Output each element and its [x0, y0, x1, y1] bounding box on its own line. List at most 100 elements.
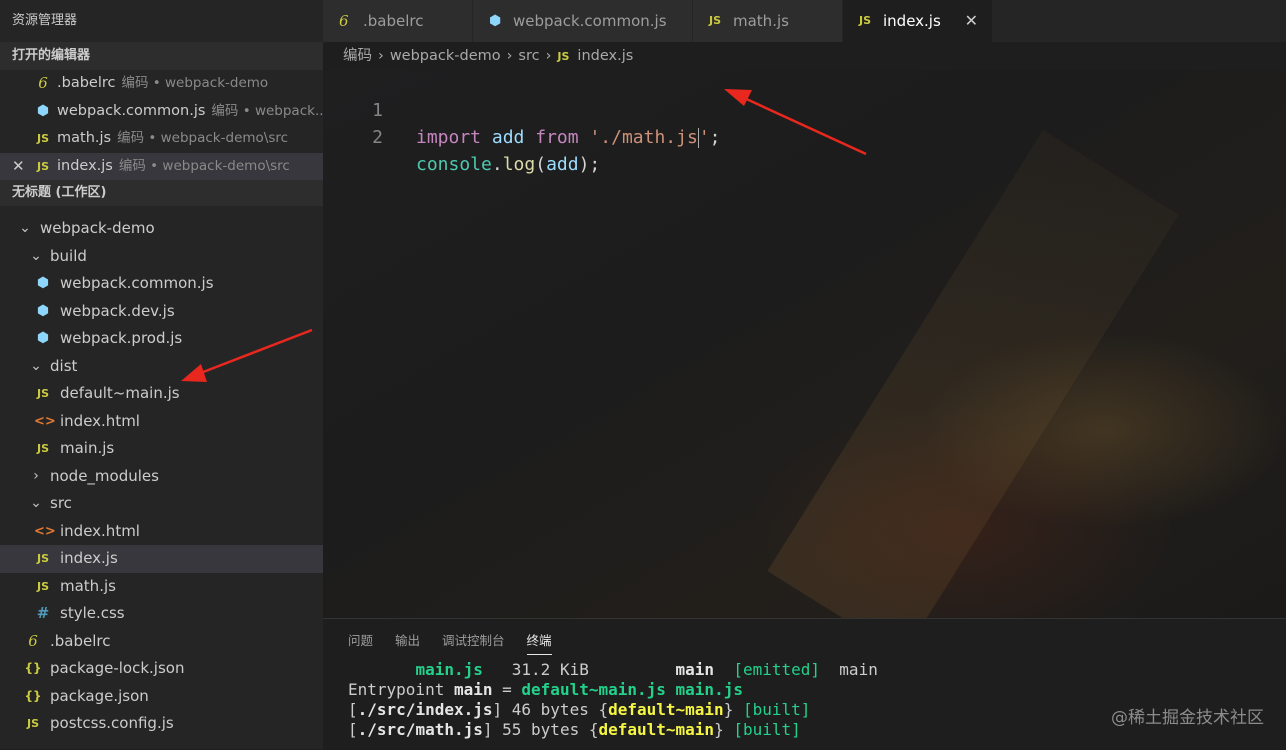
folder-webpack-demo[interactable]: ⌄ webpack-demo: [0, 215, 323, 243]
js-icon: JS: [709, 14, 722, 27]
chevron-right-icon: ›: [506, 48, 513, 64]
bottom-panel: 问题 输出 调试控制台 终端 main.js 31.2 KiB main [emitt…: [323, 618, 1286, 750]
tab-babelrc[interactable]: 6 .babelrc: [323, 0, 473, 42]
open-editor-index[interactable]: ✕ JS index.js 编码 • webpack-demo\src: [0, 152, 323, 181]
breadcrumb-item[interactable]: 编码: [343, 48, 372, 64]
terminal-text: main: [675, 660, 715, 679]
webpack-icon: ⬢: [36, 330, 50, 346]
watermark: @稀土掘金技术社区: [1111, 708, 1264, 728]
terminal-text: default~main.js main.js: [521, 680, 743, 699]
folder-build[interactable]: ⌄ build: [0, 243, 323, 271]
tab-webpack-common[interactable]: ⬢ webpack.common.js: [473, 0, 693, 42]
tab-label: math.js: [733, 12, 789, 30]
folder-dist[interactable]: ⌄ dist: [0, 353, 323, 381]
code-editor[interactable]: 1 import add from './math.js'; 2 console…: [323, 70, 1286, 618]
tree-label: default~main.js: [60, 384, 180, 402]
file-package-json[interactable]: {} package.json: [0, 683, 323, 711]
terminal-text: ] 55 bytes {: [482, 720, 599, 739]
file-babelrc[interactable]: 6 .babelrc: [0, 628, 323, 656]
punctuation: ;: [709, 127, 721, 148]
workspace-header[interactable]: 无标题 (工作区): [0, 180, 323, 206]
tree-label: math.js: [60, 576, 116, 595]
chevron-down-icon: ⌄: [30, 495, 42, 511]
terminal-text: [built]: [733, 720, 801, 739]
file-default-main[interactable]: JS default~main.js: [0, 380, 323, 408]
tab-terminal[interactable]: 终端: [526, 628, 552, 655]
babel-icon: 6: [28, 631, 38, 650]
string-literal: './math.js: [589, 127, 698, 148]
file-postcss-config[interactable]: JS postcss.config.js: [0, 710, 323, 738]
terminal-text: [: [348, 720, 358, 739]
webpack-icon: ⬢: [36, 275, 50, 291]
breadcrumb-item[interactable]: webpack-demo: [390, 48, 501, 64]
tab-problems[interactable]: 问题: [348, 628, 373, 654]
string-quote: ': [698, 127, 710, 148]
json-icon: {}: [24, 661, 42, 675]
chevron-right-icon: ›: [378, 48, 384, 64]
file-src-index-html[interactable]: <> index.html: [0, 518, 323, 546]
tree-label: .babelrc: [50, 631, 111, 650]
file-webpack-common[interactable]: ⬢ webpack.common.js: [0, 270, 323, 298]
tree-label: webpack-demo: [40, 219, 155, 237]
function-name: log: [502, 154, 536, 175]
terminal-text: ./src/index.js: [357, 700, 493, 719]
tree-label: index.html: [60, 411, 140, 430]
babel-icon: 6: [38, 74, 48, 92]
tree-label: src: [50, 494, 72, 512]
terminal-text: 31.2 KiB: [482, 660, 676, 679]
tree-label: postcss.config.js: [50, 714, 174, 732]
open-editor-babelrc[interactable]: 6 .babelrc 编码 • webpack-demo: [0, 70, 323, 98]
file-src-index-js[interactable]: JS index.js: [0, 545, 323, 573]
open-editor-math[interactable]: JS math.js 编码 • webpack-demo\src: [0, 125, 323, 153]
js-icon: JS: [859, 14, 872, 27]
open-editor-name: webpack.common.js: [57, 102, 206, 119]
identifier: console: [416, 154, 492, 175]
tab-index[interactable]: JS index.js ✕: [843, 0, 993, 42]
file-package-lock[interactable]: {} package-lock.json: [0, 655, 323, 683]
tab-math[interactable]: JS math.js: [693, 0, 843, 42]
terminal-text: =: [492, 680, 522, 699]
open-editor-desc: 编码 • webpack-demo\src: [117, 130, 289, 146]
tree-label: package.json: [50, 686, 149, 705]
chevron-down-icon: ⌄: [30, 247, 42, 264]
chevron-down-icon: ⌄: [19, 220, 31, 236]
close-icon[interactable]: ✕: [965, 0, 978, 42]
folder-src[interactable]: ⌄ src: [0, 490, 323, 518]
terminal-text: main.js: [415, 660, 483, 679]
file-style-css[interactable]: # style.css: [0, 600, 323, 628]
tree-label: main.js: [60, 439, 115, 457]
js-icon: JS: [36, 552, 49, 565]
tab-debug-console[interactable]: 调试控制台: [442, 628, 505, 654]
tree-label: style.css: [60, 604, 125, 622]
open-editor-desc: 编码 • webpack-demo\src: [118, 157, 290, 174]
breadcrumb-item[interactable]: index.js: [577, 48, 633, 64]
open-editor-name: index.js: [57, 157, 113, 174]
file-src-math[interactable]: JS math.js: [0, 573, 323, 601]
explorer-sidebar: 资源管理器 打开的编辑器 6 .babelrc 编码 • webpack-demo…: [0, 0, 323, 749]
tree-label: webpack.common.js: [60, 274, 214, 292]
code-line-2[interactable]: 2 console.log(add);: [323, 97, 600, 175]
tree-label: webpack.dev.js: [60, 301, 175, 320]
code-text: console.log(add);: [416, 151, 600, 178]
terminal-text: Entrypoint: [348, 680, 454, 699]
tab-label: .babelrc: [363, 12, 424, 30]
open-editor-webpack-common[interactable]: ⬢ webpack.common.js 编码 • webpack...: [0, 98, 323, 126]
chevron-right-icon: ›: [33, 467, 39, 484]
js-icon: JS: [36, 387, 49, 400]
file-webpack-dev[interactable]: ⬢ webpack.dev.js: [0, 298, 323, 326]
tab-output[interactable]: 输出: [395, 628, 420, 654]
file-main[interactable]: JS main.js: [0, 435, 323, 463]
file-dist-index-html[interactable]: <> index.html: [0, 408, 323, 436]
folder-node-modules[interactable]: › node_modules: [0, 463, 323, 491]
close-icon[interactable]: ✕: [12, 153, 25, 181]
tree-label: index.js: [60, 549, 118, 567]
open-editors-header[interactable]: 打开的编辑器: [0, 42, 323, 70]
code-line-1[interactable]: 1 import add from './math.js';: [323, 70, 721, 148]
tree-label: dist: [50, 356, 78, 375]
file-webpack-prod[interactable]: ⬢ webpack.prod.js: [0, 325, 323, 353]
js-icon: JS: [36, 159, 49, 173]
terminal-text: }: [714, 720, 734, 739]
breadcrumb-item[interactable]: src: [518, 48, 539, 64]
terminal-output[interactable]: main.js 31.2 KiB main [emitted] main Entr…: [348, 660, 878, 740]
file-tree: ⌄ webpack-demo ⌄ build ⬢ webpack.common.…: [0, 215, 323, 738]
